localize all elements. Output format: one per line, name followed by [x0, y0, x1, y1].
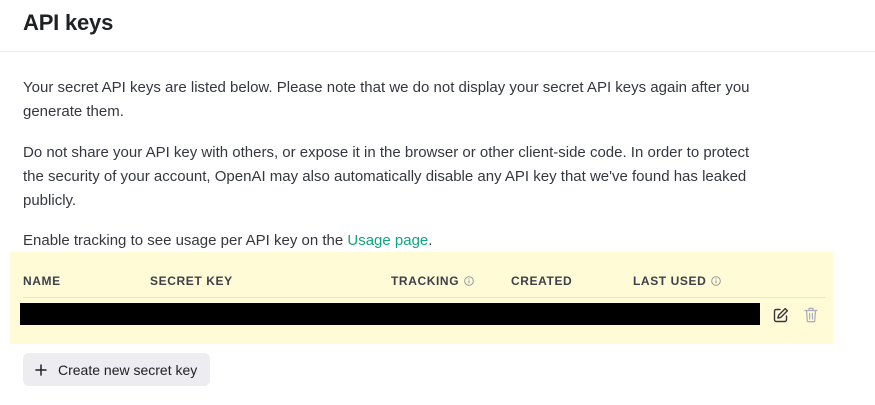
plus-icon — [35, 363, 47, 376]
delete-key-button[interactable] — [802, 306, 820, 324]
trash-icon — [804, 307, 818, 323]
create-new-secret-key-button[interactable]: Create new secret key — [23, 353, 211, 386]
column-header-tracking-label: TRACKING — [391, 274, 460, 288]
column-header-last-used-label: LAST USED — [633, 274, 707, 288]
usage-page-link[interactable]: Usage page — [347, 232, 428, 249]
tracking-note-suffix: . — [428, 232, 433, 249]
create-new-secret-key-label: Create new secret key — [58, 361, 198, 378]
intro-paragraph-1: Your secret API keys are listed below. P… — [23, 79, 750, 120]
column-header-last-used: LAST USED — [633, 274, 722, 288]
column-header-secret-key: SECRET KEY — [150, 274, 233, 288]
tracking-note-prefix: Enable tracking to see usage per API key… — [23, 232, 348, 249]
intro-paragraph-2: Do not share your API key with others, o… — [23, 144, 750, 209]
column-header-created-label: CREATED — [511, 274, 573, 288]
page-header: API keys — [0, 0, 875, 52]
column-header-secret-key-label: SECRET KEY — [150, 274, 233, 288]
pencil-square-icon — [773, 307, 789, 323]
table-header-divider — [23, 297, 825, 298]
table-row-redacted — [20, 303, 760, 325]
column-header-tracking: TRACKING — [391, 274, 474, 288]
info-icon[interactable] — [464, 276, 474, 286]
api-keys-table: NAME SECRET KEY TRACKING CREATED LAST US… — [10, 252, 833, 344]
page-title: API keys — [23, 10, 114, 35]
column-header-name: NAME — [23, 274, 61, 288]
column-header-name-label: NAME — [23, 274, 61, 288]
info-icon[interactable] — [711, 276, 722, 286]
column-header-created: CREATED — [511, 274, 572, 288]
tracking-note: Enable tracking to see usage per API key… — [23, 229, 753, 253]
edit-key-button[interactable] — [772, 306, 790, 324]
